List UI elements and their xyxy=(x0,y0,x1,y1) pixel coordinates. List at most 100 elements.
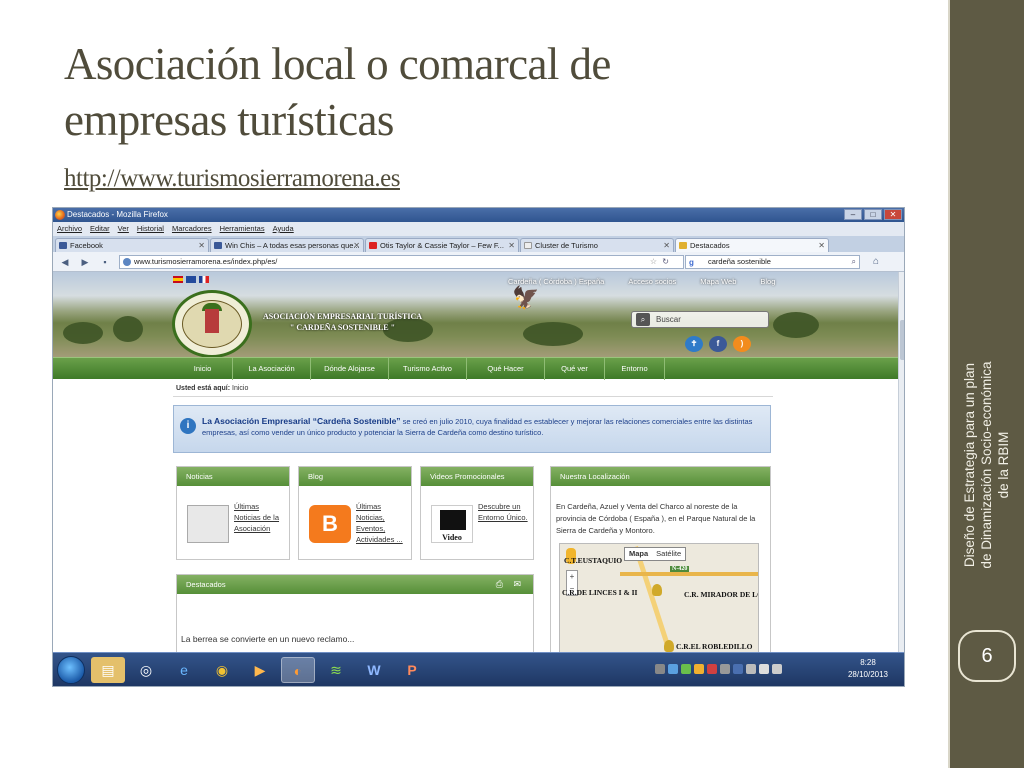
minimize-icon[interactable]: – xyxy=(844,209,862,220)
tab-cluster-turismo[interactable]: Cluster de Turismo ✕ xyxy=(520,238,674,252)
email-icon[interactable]: ✉ xyxy=(513,579,521,590)
nav-donde-alojarse[interactable]: Dónde Alojarse xyxy=(311,358,389,380)
home-icon[interactable]: ⌂ xyxy=(869,255,883,269)
videos-link[interactable]: Descubre un Entorno Único. xyxy=(478,501,528,523)
tab-close-icon[interactable]: ✕ xyxy=(818,239,825,252)
print-icon[interactable]: ⎙ xyxy=(496,579,503,590)
menu-herramientas[interactable]: Herramientas xyxy=(220,222,265,236)
video-clapper-icon[interactable]: Video xyxy=(431,505,473,543)
close-icon[interactable]: ✕ xyxy=(884,209,902,220)
volume-icon[interactable] xyxy=(772,664,782,674)
noticias-link[interactable]: Últimas Noticias de la Asociación xyxy=(234,501,279,534)
map-label: C.R.EL ROBLEDILLO xyxy=(676,642,753,651)
nav-turismo-activo[interactable]: Turismo Activo xyxy=(389,358,467,380)
map-type-mapa[interactable]: Mapa xyxy=(625,548,653,560)
tab-close-icon[interactable]: ✕ xyxy=(508,239,515,252)
menu-ayuda[interactable]: Ayuda xyxy=(273,222,294,236)
tray-icon[interactable] xyxy=(720,664,730,674)
map-type-satelite[interactable]: Satélite xyxy=(652,548,686,560)
taskbar-clock[interactable]: 8:28 28/10/2013 xyxy=(843,657,893,681)
reload-icon[interactable]: ↻ xyxy=(662,256,669,268)
nav-la-asociacion[interactable]: La Asociación xyxy=(233,358,311,380)
site-logo[interactable] xyxy=(172,290,252,357)
blogger-icon[interactable]: B xyxy=(309,505,351,543)
nav-entorno[interactable]: Entorno xyxy=(605,358,665,380)
location-map[interactable]: + − Mapa Satélite C.T.EUSTAQUIO N-420 C.R… xyxy=(559,543,759,652)
powerpoint-icon[interactable]: P xyxy=(395,657,429,683)
newspaper-icon[interactable] xyxy=(187,505,229,543)
tray-icon[interactable] xyxy=(668,664,678,674)
flag-uk-icon[interactable] xyxy=(186,276,196,283)
link-line: Entorno Único. xyxy=(478,513,528,522)
back-arrow-icon[interactable]: ◀ xyxy=(59,256,71,268)
search-bar[interactable]: g cardeña sostenible ⌕ xyxy=(685,255,860,269)
nav-que-ver[interactable]: Qué ver xyxy=(545,358,605,380)
site-favicon xyxy=(679,242,687,249)
menu-historial[interactable]: Historial xyxy=(137,222,164,236)
tab-close-icon[interactable]: ✕ xyxy=(353,239,360,252)
tab-label: Facebook xyxy=(70,241,103,250)
info-bold: La Asociación Empresarial “Cardeña Soste… xyxy=(202,416,401,426)
panel-title: Nuestra Localización xyxy=(551,467,770,486)
start-button[interactable] xyxy=(57,656,85,684)
page-number: 6 xyxy=(958,630,1016,682)
logo-tower xyxy=(205,309,219,333)
tab-close-icon[interactable]: ✕ xyxy=(663,239,670,252)
chrome-alt-icon[interactable]: ◎ xyxy=(129,657,163,683)
chrome-icon[interactable]: ◉ xyxy=(205,657,239,683)
tab-win-chis[interactable]: Win Chis – A todas esas personas que... ✕ xyxy=(210,238,364,252)
sidebar-text-line3: de la RBIM xyxy=(995,431,1011,499)
scrollbar-thumb[interactable] xyxy=(900,320,904,360)
info-icon[interactable]: ✝ xyxy=(685,336,703,352)
word-icon[interactable]: W xyxy=(357,657,391,683)
search-icon[interactable]: ⌕ xyxy=(852,256,856,268)
facebook-icon[interactable]: f xyxy=(709,336,727,352)
site-search-input[interactable]: ⌕ Buscar xyxy=(631,311,769,328)
bookmark-star-icon[interactable]: ☆ xyxy=(650,256,657,268)
tray-icon[interactable] xyxy=(655,664,665,674)
top-link-blog[interactable]: Blog xyxy=(760,277,775,286)
blog-link[interactable]: Últimas Noticias, Eventos, Actividades .… xyxy=(356,501,403,545)
menu-editar[interactable]: Editar xyxy=(90,222,110,236)
destacados-caption[interactable]: La berrea se convierte en un nuevo recla… xyxy=(181,634,354,644)
explorer-icon[interactable]: ▤ xyxy=(91,657,125,683)
top-link-acceso-socios[interactable]: Acceso socios xyxy=(628,277,676,286)
map-marker-icon[interactable] xyxy=(652,584,662,596)
nav-inicio[interactable]: Inicio xyxy=(173,358,233,380)
map-marker-icon[interactable] xyxy=(664,640,674,652)
slide-title: Asociación local o comarcal de empresas … xyxy=(64,36,924,148)
rss-icon[interactable]: ) xyxy=(733,336,751,352)
firefox-icon[interactable]: ◐ xyxy=(281,657,315,683)
top-link-mapa-web[interactable]: Mapa Web xyxy=(700,277,736,286)
forward-arrow-icon[interactable]: ▶ xyxy=(79,256,91,268)
tab-destacados[interactable]: Destacados ✕ xyxy=(675,238,829,252)
menu-archivo[interactable]: Archivo xyxy=(57,222,82,236)
youtube-icon xyxy=(369,242,377,249)
tab-close-icon[interactable]: ✕ xyxy=(198,239,205,252)
slide-link[interactable]: http://www.turismosierramorena.es xyxy=(64,165,400,193)
search-icon[interactable]: ⌕ xyxy=(636,313,650,326)
map-road xyxy=(620,572,758,576)
tab-otis-taylor[interactable]: Otis Taylor & Cassie Taylor – Few F... ✕ xyxy=(365,238,519,252)
nav-que-hacer[interactable]: Qué Hacer xyxy=(467,358,545,380)
tray-icon[interactable] xyxy=(681,664,691,674)
menu-marcadores[interactable]: Marcadores xyxy=(172,222,212,236)
breadcrumb-item[interactable]: Inicio xyxy=(232,385,248,392)
tab-facebook[interactable]: Facebook ✕ xyxy=(55,238,209,252)
spotify-icon[interactable]: ≋ xyxy=(319,657,353,683)
tray-icon[interactable] xyxy=(733,664,743,674)
url-bar[interactable]: www.turismosierramorena.es/index.php/es/… xyxy=(119,255,684,269)
menu-ver[interactable]: Ver xyxy=(118,222,129,236)
network-icon[interactable] xyxy=(759,664,769,674)
flag-es-icon[interactable] xyxy=(173,276,183,283)
tray-icon[interactable] xyxy=(707,664,717,674)
flag-icon[interactable] xyxy=(746,664,756,674)
tree-shape xyxy=(63,322,103,344)
ie-icon[interactable]: e xyxy=(167,657,201,683)
slide-title-line2: empresas turísticas xyxy=(64,95,394,145)
vertical-scrollbar[interactable] xyxy=(898,272,904,652)
media-player-icon[interactable]: ▶ xyxy=(243,657,277,683)
maximize-icon[interactable]: □ xyxy=(864,209,882,220)
tray-icon[interactable] xyxy=(694,664,704,674)
flag-fr-icon[interactable] xyxy=(199,276,209,283)
